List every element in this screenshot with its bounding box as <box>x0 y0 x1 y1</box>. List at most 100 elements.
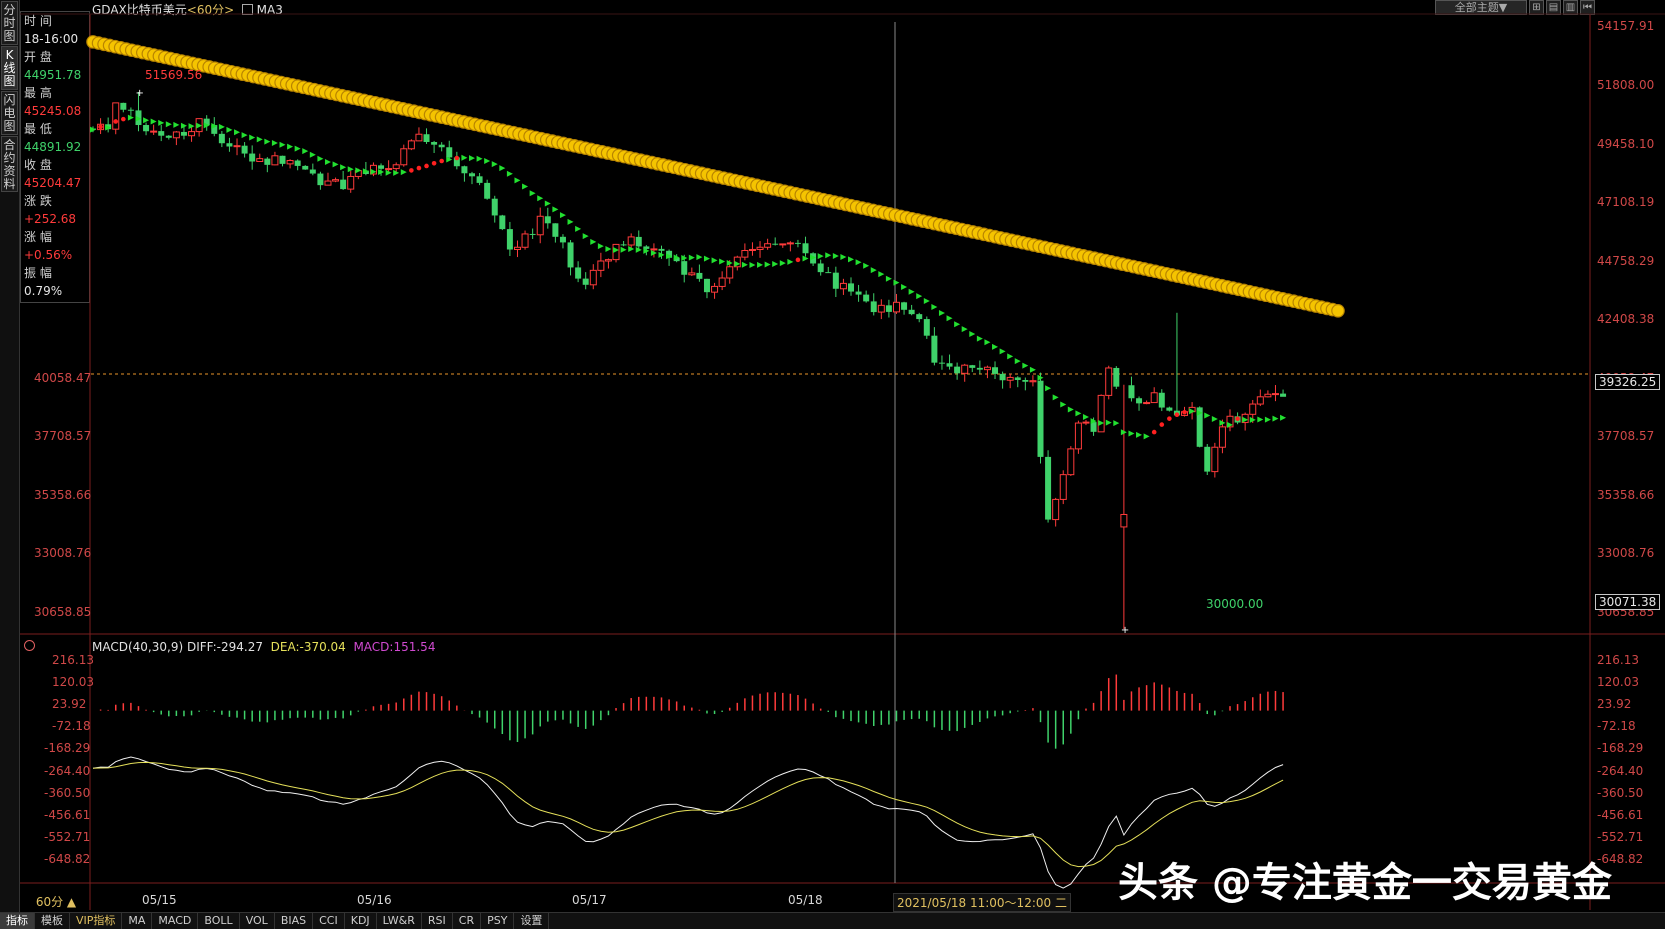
candle-body <box>226 143 233 147</box>
ma-mid-point <box>931 304 938 311</box>
candle-body <box>718 277 726 287</box>
ma-mid-point <box>787 258 794 265</box>
ma-mid-point <box>719 258 726 265</box>
ma-short-point <box>409 168 414 173</box>
high-marker: 51569.56 <box>145 68 203 82</box>
ma-short-point <box>439 158 444 164</box>
x-label-0517: 05/17 <box>572 893 607 907</box>
candle-body <box>748 248 756 252</box>
ma-mid-point <box>309 151 316 158</box>
ma-long-point <box>1331 303 1345 318</box>
ma-mid-point <box>287 143 294 150</box>
candle-body <box>1256 396 1264 405</box>
candle-body <box>1166 407 1173 411</box>
low-marker: 30000.00 <box>1206 597 1264 611</box>
candle-body <box>575 267 582 279</box>
ma-mid-point <box>1052 394 1059 401</box>
macd-value: MACD:151.54 <box>353 640 436 654</box>
candle-body <box>756 246 764 250</box>
candle-body <box>711 285 719 293</box>
indicator-tab[interactable]: BOLL <box>198 913 240 929</box>
candle-body <box>839 282 847 290</box>
candle-body <box>112 102 120 130</box>
candle-body <box>180 131 187 136</box>
indicator-tab[interactable]: 模板 <box>35 913 70 929</box>
kline-chart[interactable]: ++ <box>0 0 1665 910</box>
candle-body <box>446 147 453 158</box>
current-price-tag: 39326.25 <box>1595 374 1661 390</box>
macd-dea: DEA:-370.04 <box>270 640 346 654</box>
ma-mid-point <box>779 260 786 267</box>
macd-panel <box>92 674 1284 889</box>
price-tick-label: 42408.38 <box>1597 312 1655 327</box>
candle-body <box>627 236 635 246</box>
candle-body <box>877 304 885 313</box>
macd-tick-label-right: -456.61 <box>1597 807 1644 822</box>
candle-body <box>1150 392 1158 404</box>
ma-mid-point <box>302 148 309 155</box>
indicator-tab[interactable]: VIP指标 <box>70 913 123 929</box>
indicator-tab[interactable]: VOL <box>240 913 275 929</box>
ma-mid-point <box>840 254 847 261</box>
low-tick-mark: + <box>1121 625 1129 636</box>
indicator-tab[interactable]: LW&R <box>377 913 422 929</box>
ma-mid-point <box>271 139 278 146</box>
candle-body <box>469 173 475 177</box>
ma-short-point <box>416 165 422 171</box>
ma-mid-point <box>1014 358 1021 365</box>
ma-short-point <box>1174 412 1180 418</box>
macd-tick-label-left: 120.03 <box>52 674 94 689</box>
x-label-0516: 05/16 <box>357 893 392 907</box>
price-tick-label-left: 35358.66 <box>34 487 92 502</box>
candle-body <box>521 233 529 248</box>
ma-short-point <box>424 163 429 169</box>
candle-body <box>1014 377 1021 380</box>
indicator-tab[interactable]: 指标 <box>0 913 35 929</box>
candle-body <box>741 250 749 258</box>
macd-tick-label-right: 23.92 <box>1597 697 1632 712</box>
indicator-tab[interactable]: 设置 <box>514 913 550 929</box>
indicator-tab[interactable]: KDJ <box>345 913 377 929</box>
candle-body <box>1211 446 1219 473</box>
candle-body <box>340 179 347 190</box>
candle-body <box>863 294 870 302</box>
macd-tick-label-left: -168.29 <box>44 741 91 756</box>
ma-mid-point <box>976 335 983 342</box>
indicator-tab[interactable]: BIAS <box>275 913 314 929</box>
ma-mid-point <box>901 284 908 291</box>
x-label-0518: 05/18 <box>788 893 823 907</box>
ma-mid-point <box>499 165 506 172</box>
candle-body <box>901 302 908 310</box>
macd-tick-label-right: -264.40 <box>1597 763 1644 778</box>
ma-mid-point <box>241 132 248 139</box>
indicator-tab[interactable]: MA <box>122 913 153 929</box>
indicator-tab[interactable]: CCI <box>313 913 345 929</box>
macd-tick-label-left: -648.82 <box>44 852 91 867</box>
ma-mid-point <box>863 262 870 269</box>
candle-body <box>1204 446 1211 472</box>
indicator-tab[interactable]: PSY <box>481 913 515 929</box>
ma-long-line <box>86 35 1345 318</box>
candle-body <box>1037 380 1044 457</box>
macd-tick-label-left: -360.50 <box>44 785 91 800</box>
candle-body <box>794 242 801 244</box>
period-button[interactable]: 60分 ▲ <box>23 893 89 909</box>
ma-mid-point <box>1128 430 1135 437</box>
candle-body <box>582 278 589 285</box>
candle-body <box>983 366 991 371</box>
indicator-tab[interactable]: RSI <box>422 913 453 929</box>
candle-body <box>241 145 248 154</box>
indicator-tab[interactable]: CR <box>453 913 482 929</box>
ma-mid-point <box>817 253 824 260</box>
ma-mid-point <box>1060 401 1067 408</box>
price-tick-label-left: 33008.76 <box>34 546 92 561</box>
chart-frame <box>20 13 1665 910</box>
ma-short-point <box>431 160 437 166</box>
macd-settings-icon[interactable] <box>24 640 35 651</box>
macd-tick-label-right: -360.50 <box>1597 785 1644 800</box>
ma-mid-point <box>946 315 953 322</box>
candle-body <box>1143 402 1151 405</box>
candle-body <box>817 263 824 273</box>
indicator-tab[interactable]: MACD <box>152 913 199 929</box>
ma-mid-point <box>1045 385 1052 392</box>
